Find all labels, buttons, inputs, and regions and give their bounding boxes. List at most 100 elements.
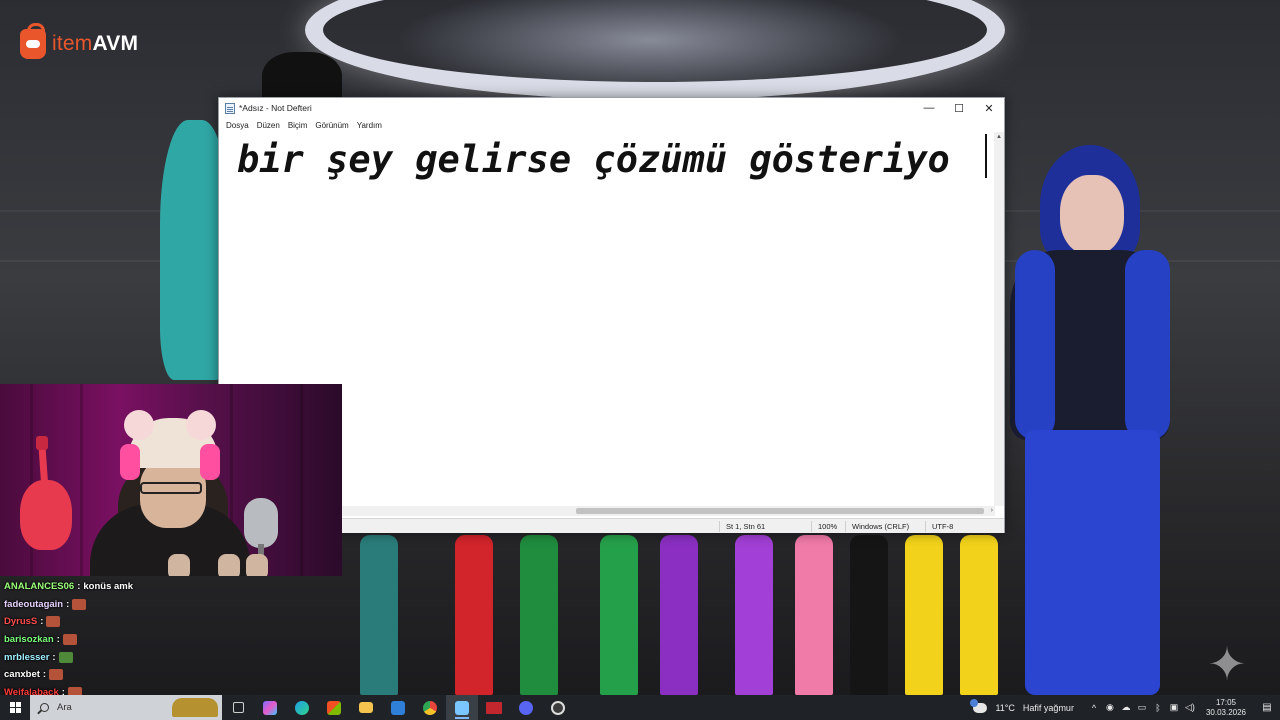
weather-rain-icon[interactable] (970, 698, 988, 713)
encoding: UTF-8 (925, 521, 953, 532)
voice-meter-icon[interactable] (478, 695, 510, 720)
brand-name-part2: AVM (92, 32, 139, 55)
chat-separator: : (52, 651, 56, 663)
chat-username: ANALANCES06 (4, 581, 75, 593)
chat-emote-icon (72, 598, 87, 610)
search-placeholder[interactable]: Ara (57, 702, 72, 713)
halo-decoration (305, 0, 1005, 100)
copilot-icon[interactable] (254, 695, 286, 720)
hat-ear (124, 410, 154, 440)
weather-temperature[interactable]: 11°C (991, 703, 1018, 713)
search-highlight-icon (172, 698, 218, 717)
curtain-fold (300, 384, 303, 576)
chat-username: mrblesser (4, 651, 50, 663)
stream-chat: ANALANCES06 : konüs amk fadeoutagain : D… (0, 578, 342, 698)
wallpaper-leg (360, 535, 398, 695)
shopping-bag-icon (20, 23, 46, 59)
brand-logo: itemAVM (20, 23, 139, 60)
webcam-overlay (0, 384, 342, 576)
task-view-icon[interactable] (222, 695, 254, 720)
guitar-icon (20, 480, 72, 550)
wallpaper-leg (735, 535, 773, 695)
hand (168, 554, 190, 576)
editor-text[interactable]: bir şey gelirse çözümü gösteriyo (237, 136, 995, 184)
microphone-icon (244, 498, 278, 548)
wallpaper-leg (660, 535, 698, 695)
obs-icon[interactable] (542, 695, 574, 720)
menu-view[interactable]: Görünüm (311, 121, 352, 130)
vertical-scrollbar[interactable]: ▲ (994, 132, 1004, 506)
close-button[interactable]: ✕ (974, 98, 1004, 118)
minimize-button[interactable]: — (914, 98, 944, 118)
maximize-button[interactable]: ☐ (944, 98, 974, 118)
menu-file[interactable]: Dosya (222, 121, 253, 130)
start-button[interactable] (0, 695, 30, 720)
guitar-head (36, 436, 48, 450)
chat-username: fadeoutagain (4, 598, 64, 610)
headphone-left (120, 444, 140, 480)
scroll-right-arrow-icon[interactable]: › (991, 506, 993, 516)
taskbar-search[interactable]: Ara (30, 695, 222, 720)
line-endings: Windows (CRLF) (845, 521, 909, 532)
brand-name-part1: item (52, 32, 93, 55)
title-bar[interactable]: *Adsız - Not Defteri — ☐ ✕ (219, 98, 1004, 118)
file-explorer-icon[interactable] (350, 695, 382, 720)
bluetooth-icon[interactable]: ᛒ (1150, 703, 1166, 713)
chat-separator: : (77, 581, 81, 593)
chat-message: DyrusS : (0, 613, 342, 631)
notification-icon[interactable]: ▤ (1254, 702, 1280, 713)
chat-message: fadeoutagain : (0, 596, 342, 614)
wallpaper-leg (960, 535, 998, 695)
edge-icon[interactable] (286, 695, 318, 720)
chat-username: canxbet (4, 669, 40, 681)
outlook-icon[interactable] (382, 695, 414, 720)
cloud-icon[interactable]: ☁ (1118, 702, 1134, 713)
menu-bar: Dosya Düzen Biçim Görünüm Yardım (219, 118, 1004, 132)
chat-message: ANALANCES06 : konüs amk (0, 578, 342, 596)
weather-description[interactable]: Hafif yağmur (1019, 703, 1078, 713)
sparkle-icon: ✦ (1207, 638, 1247, 690)
notepad-taskbar-icon[interactable] (446, 695, 478, 720)
chrome-icon[interactable] (414, 695, 446, 720)
zoom-level: 100% (811, 521, 837, 532)
clock[interactable]: 17:05 30.03.2026 (1198, 698, 1254, 718)
glasses (140, 482, 202, 494)
battery-icon[interactable]: ▭ (1134, 702, 1150, 713)
horizontal-scroll-thumb[interactable] (576, 508, 984, 514)
chat-message: canxbet : (0, 666, 342, 684)
chat-emote-icon (46, 616, 61, 628)
chat-message: barisozkan : (0, 631, 342, 649)
wallpaper-leg (455, 535, 493, 695)
notepad-app-icon (225, 102, 235, 114)
network-icon[interactable]: ▣ (1166, 702, 1182, 713)
chat-message: mrblesser : (0, 648, 342, 666)
menu-format[interactable]: Biçim (284, 121, 312, 130)
chat-emote-icon (62, 634, 77, 646)
discord-icon[interactable] (510, 695, 542, 720)
menu-edit[interactable]: Düzen (253, 121, 284, 130)
volume-icon[interactable]: ◁) (1182, 702, 1198, 713)
system-tray: 11°C Hafif yağmur ^ ◉ ☁ ▭ ᛒ ▣ ◁) 17:05 3… (970, 695, 1280, 720)
chat-separator: : (42, 669, 47, 681)
cursor-position: St 1, Stn 61 (719, 521, 765, 532)
taskbar: Ara 11°C Hafif yağmur ^ ◉ ☁ ▭ ᛒ ▣ ◁) 17:… (0, 695, 1280, 720)
scroll-up-arrow-icon[interactable]: ▲ (994, 132, 1004, 142)
chat-separator: : (40, 616, 44, 628)
wallpaper-figure-pants (1025, 430, 1160, 695)
wallpaper-figure-sleeve (1015, 250, 1055, 440)
search-icon (40, 703, 49, 712)
menu-help[interactable]: Yardım (353, 121, 386, 130)
clock-date: 30.03.2026 (1205, 707, 1246, 717)
steam-icon[interactable]: ◉ (1102, 702, 1118, 713)
chevron-up-icon[interactable]: ^ (1086, 703, 1102, 713)
store-icon[interactable] (318, 695, 350, 720)
chat-emote-icon (49, 669, 64, 681)
wallpaper-leg (600, 535, 638, 695)
hand (246, 554, 268, 576)
wallpaper-leg (520, 535, 558, 695)
headphone-right (200, 444, 220, 480)
curtain-fold (80, 384, 83, 576)
chat-text: konüs amk (83, 581, 134, 593)
hat-ear (186, 410, 216, 440)
chat-separator: : (66, 598, 70, 610)
